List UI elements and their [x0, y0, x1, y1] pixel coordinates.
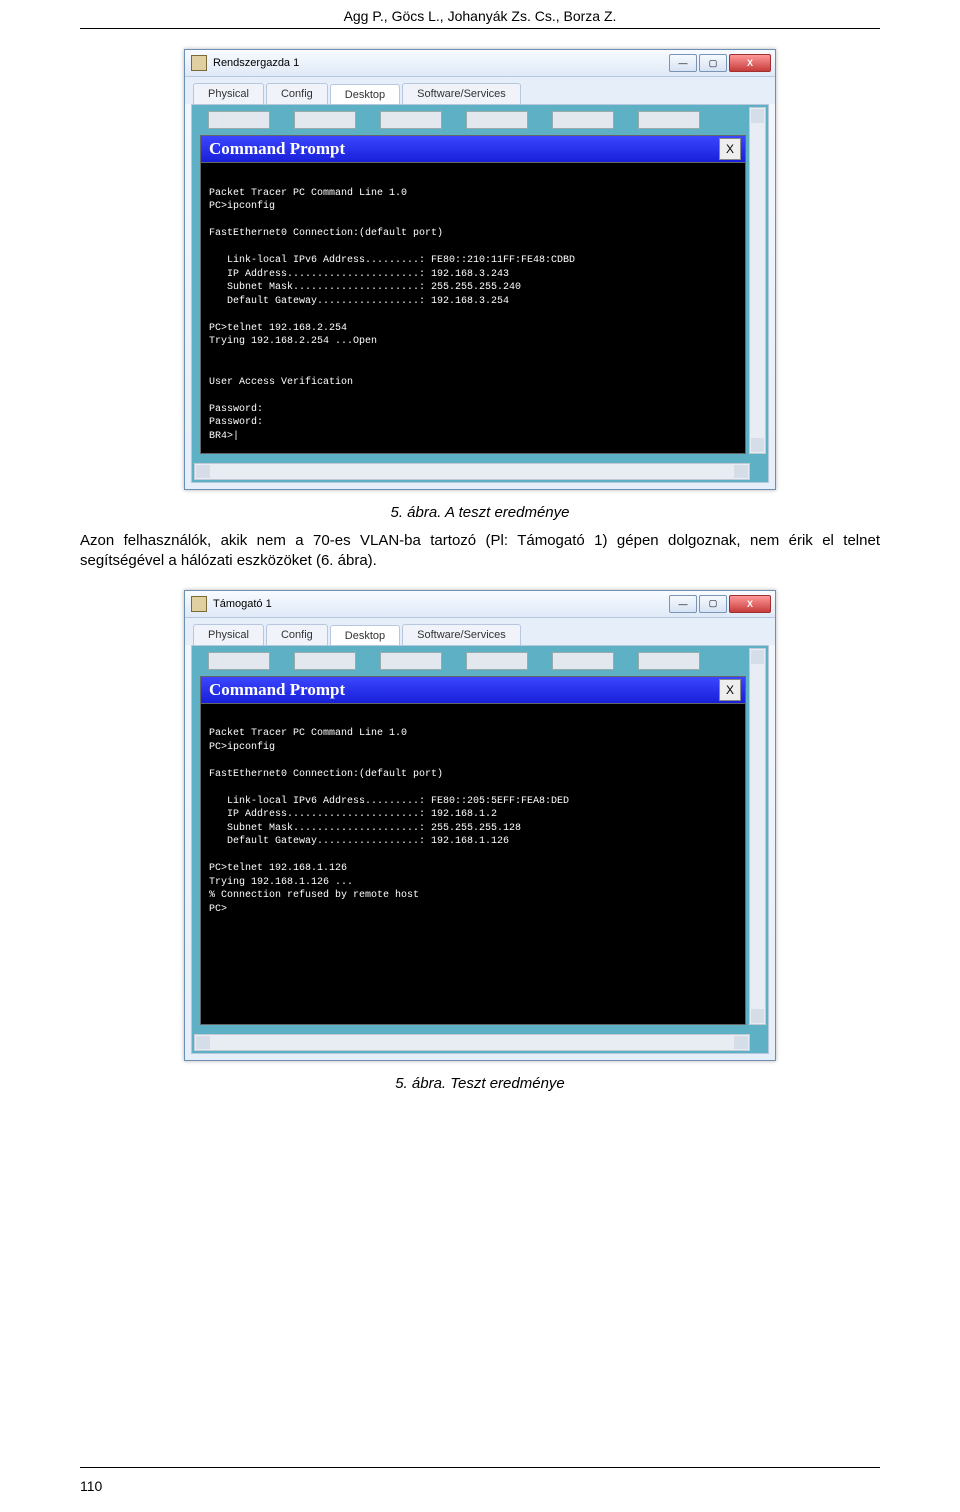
- header-rule: [80, 28, 880, 29]
- close-button[interactable]: X: [729, 54, 771, 72]
- cmd-titlebar: Command Prompt X: [201, 136, 745, 163]
- figure-2: Támogató 1 — ▢ X Physical Config Desktop…: [80, 590, 880, 1061]
- tab-config[interactable]: Config: [266, 624, 328, 645]
- horizontal-scrollbar[interactable]: [194, 463, 750, 480]
- desktop-area: Command Prompt X Packet Tracer PC Comman…: [191, 645, 769, 1054]
- figure-1-caption: 5. ábra. A teszt eredménye: [80, 504, 880, 521]
- command-prompt-window: Command Prompt X Packet Tracer PC Comman…: [200, 135, 746, 454]
- document-page: Agg P., Göcs L., Johanyák Zs. Cs., Borza…: [0, 0, 960, 1512]
- tab-physical[interactable]: Physical: [193, 624, 264, 645]
- app-icon: [466, 652, 528, 670]
- tab-desktop[interactable]: Desktop: [330, 84, 400, 105]
- app-icon-row: [198, 652, 762, 672]
- minimize-button[interactable]: —: [669, 54, 697, 72]
- terminal-output[interactable]: Packet Tracer PC Command Line 1.0 PC>ipc…: [201, 163, 745, 453]
- app-icon: [208, 111, 270, 129]
- app-icon: [208, 652, 270, 670]
- tab-config[interactable]: Config: [266, 83, 328, 104]
- window-titlebar: Rendszergazda 1 — ▢ X: [185, 50, 775, 77]
- tab-bar: Physical Config Desktop Software/Service…: [185, 618, 775, 645]
- command-prompt-window: Command Prompt X Packet Tracer PC Comman…: [200, 676, 746, 1025]
- app-icon: [552, 111, 614, 129]
- app-icon: [638, 111, 700, 129]
- close-button[interactable]: X: [729, 595, 771, 613]
- tab-software[interactable]: Software/Services: [402, 83, 521, 104]
- cmd-title-text: Command Prompt: [209, 139, 345, 159]
- terminal-output[interactable]: Packet Tracer PC Command Line 1.0 PC>ipc…: [201, 704, 745, 1024]
- tab-software[interactable]: Software/Services: [402, 624, 521, 645]
- vertical-scrollbar[interactable]: [749, 107, 766, 454]
- window-titlebar: Támogató 1 — ▢ X: [185, 591, 775, 618]
- maximize-button[interactable]: ▢: [699, 595, 727, 613]
- footer-rule: [80, 1467, 880, 1468]
- app-icon: [466, 111, 528, 129]
- app-icon: [294, 652, 356, 670]
- tab-bar: Physical Config Desktop Software/Service…: [185, 77, 775, 104]
- cmd-title-text: Command Prompt: [209, 680, 345, 700]
- app-icon-row: [198, 111, 762, 131]
- pc-icon: [191, 55, 207, 71]
- desktop-area: Command Prompt X Packet Tracer PC Comman…: [191, 104, 769, 483]
- app-icon: [552, 652, 614, 670]
- tab-physical[interactable]: Physical: [193, 83, 264, 104]
- pc-icon: [191, 596, 207, 612]
- page-number: 110: [80, 1478, 102, 1494]
- app-icon: [294, 111, 356, 129]
- window-buttons: — ▢ X: [669, 54, 771, 72]
- window-buttons: — ▢ X: [669, 595, 771, 613]
- cmd-close-button[interactable]: X: [719, 679, 741, 701]
- window-title: Támogató 1: [213, 598, 669, 610]
- window-title: Rendszergazda 1: [213, 57, 669, 69]
- maximize-button[interactable]: ▢: [699, 54, 727, 72]
- minimize-button[interactable]: —: [669, 595, 697, 613]
- cmd-close-button[interactable]: X: [719, 138, 741, 160]
- figure-1: Rendszergazda 1 — ▢ X Physical Config De…: [80, 49, 880, 490]
- app-icon: [638, 652, 700, 670]
- app-icon: [380, 652, 442, 670]
- tab-desktop[interactable]: Desktop: [330, 625, 400, 646]
- horizontal-scrollbar[interactable]: [194, 1034, 750, 1051]
- app-window-1: Rendszergazda 1 — ▢ X Physical Config De…: [184, 49, 776, 490]
- figure-2-caption: 5. ábra. Teszt eredménye: [80, 1075, 880, 1092]
- vertical-scrollbar[interactable]: [749, 648, 766, 1025]
- page-header-authors: Agg P., Göcs L., Johanyák Zs. Cs., Borza…: [80, 0, 880, 28]
- body-paragraph: Azon felhasználók, akik nem a 70-es VLAN…: [80, 531, 880, 572]
- app-icon: [380, 111, 442, 129]
- cmd-titlebar: Command Prompt X: [201, 677, 745, 704]
- app-window-2: Támogató 1 — ▢ X Physical Config Desktop…: [184, 590, 776, 1061]
